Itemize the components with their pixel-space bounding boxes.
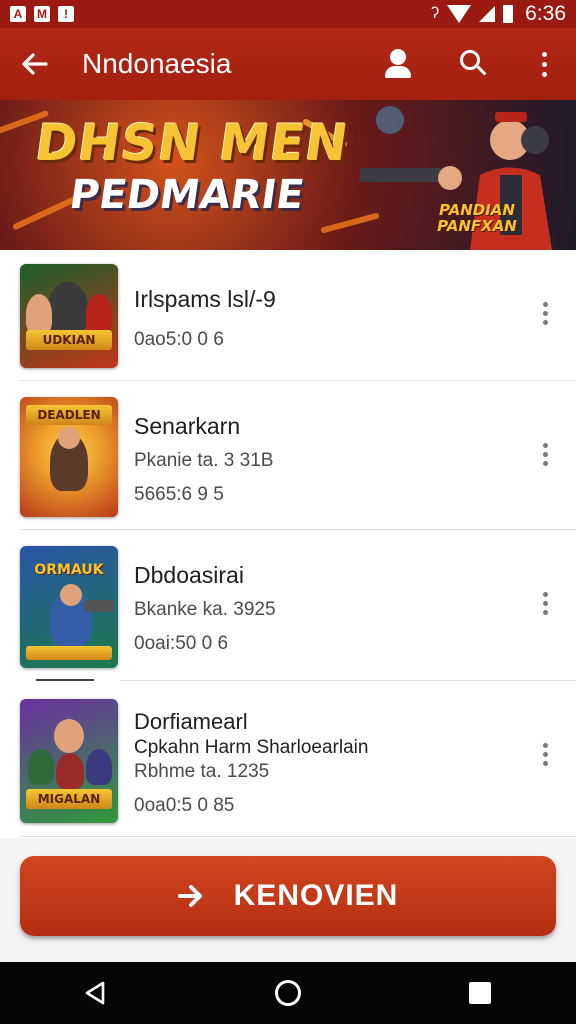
nav-recents-button[interactable] <box>440 962 520 1024</box>
list-item[interactable]: UDKIAN Irlspams lsl/-9 0ao5:0 0 6 <box>0 250 576 380</box>
game-title: Dorfiamearl <box>134 709 248 734</box>
thumbnail-label: ORMAUK <box>34 562 104 578</box>
list-item[interactable]: MIGALAN Dorfiamearl Cpkahn Harm Sharloea… <box>0 681 576 838</box>
primary-action-button[interactable]: KENOVIEN <box>20 856 556 936</box>
bluetooth-icon: ʔ <box>431 5 440 22</box>
page-title: Nndonaesia <box>82 48 232 79</box>
back-icon <box>85 981 105 1005</box>
game-thumbnail: ORMAUK <box>20 546 118 668</box>
list-item[interactable]: ORMAUK Dbdoasirai Bkanke ka. 3925 0oai:5… <box>0 530 576 680</box>
arrow-right-icon <box>177 885 202 907</box>
recents-icon <box>469 982 491 1004</box>
app-bar-actions <box>360 28 576 100</box>
thumbnail-label: MIGALAN <box>26 789 112 809</box>
nav-back-button[interactable] <box>56 962 136 1024</box>
thumbnail-label: UDKIAN <box>26 330 112 350</box>
signal-icon <box>479 6 496 22</box>
banner-title: DHSN MEN <box>31 114 353 172</box>
app-bar: Nndonaesia <box>0 28 576 100</box>
divider <box>20 836 576 837</box>
game-title: Dbdoasirai <box>134 562 244 588</box>
bottom-action-area: KENOVIEN <box>0 838 576 962</box>
item-more-icon[interactable] <box>543 443 548 466</box>
home-icon <box>275 980 301 1006</box>
game-thumbnail: UDKIAN <box>20 264 118 368</box>
status-right-icons: ʔ 6:36 <box>431 2 566 26</box>
game-meta: Pkanie ta. 3 31B <box>134 450 274 471</box>
banner-tagline: PANDIAN PANFXAN <box>437 201 517 235</box>
nav-home-button[interactable] <box>248 962 328 1024</box>
avatar-icon <box>385 49 411 79</box>
game-list: UDKIAN Irlspams lsl/-9 0ao5:0 0 6 DEADLE… <box>0 250 576 838</box>
game-thumbnail: MIGALAN <box>20 699 118 823</box>
game-meta: 5665:6 9 5 <box>134 484 224 505</box>
game-subtitle: Cpkahn Harm Sharloearlain <box>134 737 369 758</box>
status-time: 6:36 <box>525 2 566 25</box>
game-meta: 0oai:50 0 6 <box>134 633 229 654</box>
more-vert-icon <box>541 51 547 77</box>
item-more-icon[interactable] <box>543 743 548 766</box>
banner-subtitle: PEDMARIE <box>66 172 307 218</box>
notification-icon-a: A <box>10 6 26 22</box>
thumbnail-label: DEADLEN <box>26 405 112 425</box>
game-thumbnail: DEADLEN <box>20 397 118 517</box>
notification-icon-alert: ! <box>58 6 74 22</box>
primary-action-label: KENOVIEN <box>233 879 399 912</box>
game-title: Irlspams lsl/-9 <box>134 286 276 312</box>
game-meta: 0oa0:5 0 85 <box>134 795 235 816</box>
profile-button[interactable] <box>360 28 436 100</box>
promo-banner[interactable]: DHSN MEN PEDMARIE PANDIAN PANFXAN <box>0 100 576 250</box>
system-nav-bar <box>0 962 576 1024</box>
list-item[interactable]: DEADLEN Senarkarn Pkanie ta. 3 31B 5665:… <box>0 381 576 529</box>
search-button[interactable] <box>436 28 512 100</box>
item-more-icon[interactable] <box>543 592 548 615</box>
status-bar: A M ! ʔ 6:36 <box>0 0 576 28</box>
game-meta: 0ao5:0 0 6 <box>134 329 224 350</box>
status-left-icons: A M ! <box>10 6 74 22</box>
game-meta: Bkanke ka. 3925 <box>134 599 276 620</box>
arrow-left-icon <box>22 53 48 75</box>
back-button[interactable] <box>0 28 68 100</box>
battery-icon <box>503 5 514 23</box>
notification-icon-m: M <box>34 6 50 22</box>
search-icon <box>460 50 488 78</box>
game-title: Senarkarn <box>134 413 241 439</box>
item-more-icon[interactable] <box>543 302 548 325</box>
more-options-button[interactable] <box>512 28 576 100</box>
wifi-icon <box>447 5 472 23</box>
game-meta: Rbhme ta. 1235 <box>134 761 270 782</box>
